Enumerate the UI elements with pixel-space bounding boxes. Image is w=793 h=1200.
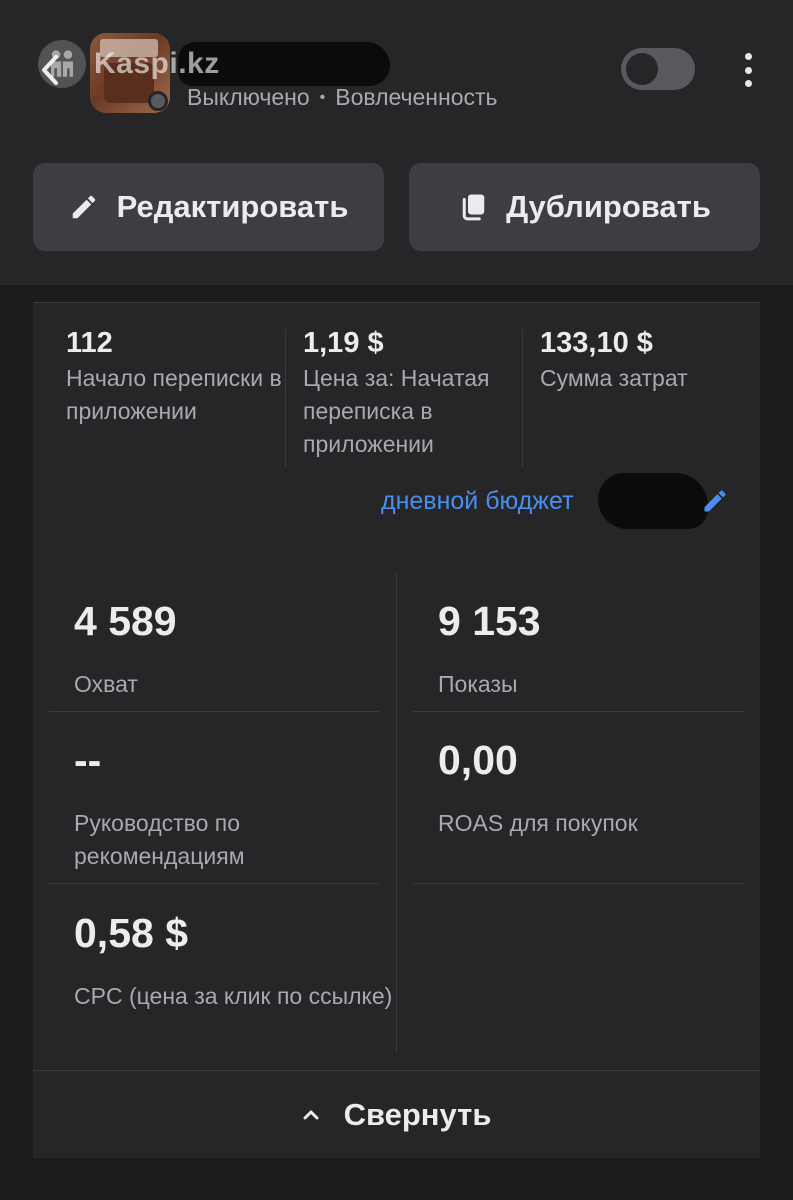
toggle-knob <box>626 53 658 85</box>
metric-value: 112 <box>66 327 113 359</box>
metric-label: CPC (цена за клик по ссылке) <box>74 983 393 1009</box>
edit-button[interactable]: Редактировать <box>33 163 384 251</box>
duplicate-button[interactable]: Дублировать <box>409 163 760 251</box>
metric-divider <box>285 329 286 467</box>
metric-label: Показы <box>438 671 518 697</box>
grid-divider-horizontal <box>413 711 744 712</box>
chevron-up-icon <box>303 1110 319 1120</box>
kaspi-watermark: Kaspi.kz <box>38 40 220 88</box>
kaspi-logo-icon <box>38 40 86 88</box>
metric-divider <box>522 329 523 467</box>
metric-label: ROAS для покупок <box>438 810 638 836</box>
top-metrics-row: 112 Начало переписки в приложении 1,19 $… <box>33 327 760 472</box>
ad-status-toggle[interactable] <box>621 48 695 90</box>
more-dot <box>744 80 752 87</box>
metric-cost-per-conversation: 1,19 $ Цена за: Начатая переписка в прил… <box>303 327 521 467</box>
metric-value: 0,58 $ <box>74 910 188 956</box>
metric-reach: 4 589 Охват <box>74 601 404 701</box>
more-dot <box>744 66 752 74</box>
grid-divider-horizontal <box>413 883 744 884</box>
more-dot <box>744 53 752 60</box>
ad-subtitle: Выключено • Вовлеченность <box>187 84 498 111</box>
metric-label: Сумма затрат <box>540 365 688 392</box>
grid-divider-horizontal <box>49 711 379 712</box>
metric-roas: 0,00 ROAS для покупок <box>438 740 768 840</box>
metric-value: 4 589 <box>74 598 177 644</box>
more-options-icon[interactable] <box>732 50 764 90</box>
metric-value: 0,00 <box>438 737 518 783</box>
objective-text: Вовлеченность <box>335 84 498 110</box>
metric-conversations-started: 112 Начало переписки в приложении <box>66 327 284 467</box>
metric-value: 133,10 $ <box>540 327 653 359</box>
grid-divider-horizontal <box>49 883 379 884</box>
daily-budget-link[interactable]: дневной бюджет <box>381 487 574 516</box>
metric-value: 9 153 <box>438 598 541 644</box>
metric-cpc: 0,58 $ CPC (цена за клик по ссылке) <box>74 913 404 1013</box>
metric-value: -- <box>74 737 102 783</box>
duplicate-button-label: Дублировать <box>506 189 711 224</box>
metric-label: Охват <box>74 671 138 697</box>
metrics-card: 112 Начало переписки в приложении 1,19 $… <box>33 302 760 1158</box>
copy-icon <box>462 194 485 221</box>
budget-edit-button[interactable] <box>701 487 731 517</box>
metric-value: 1,19 $ <box>303 327 384 359</box>
status-indicator <box>148 91 168 111</box>
separator-dot: • <box>319 88 326 106</box>
status-text: Выключено <box>187 84 310 110</box>
metric-label: Начало переписки в приложении <box>66 365 282 425</box>
watermark-text: Kaspi.kz <box>94 47 220 80</box>
ad-header: Kaspi.kz Выключено • Вовлеченность Редак… <box>0 0 793 285</box>
redacted-budget-value <box>598 473 708 529</box>
metric-amount-spent: 133,10 $ Сумма затрат <box>540 327 750 467</box>
edit-button-label: Редактировать <box>116 189 349 224</box>
collapse-button[interactable]: Свернуть <box>33 1071 760 1159</box>
pencil-icon <box>72 195 95 219</box>
metric-recommendations: -- Руководство по рекомендациям <box>74 740 404 873</box>
metric-impressions: 9 153 Показы <box>438 601 768 701</box>
collapse-label: Свернуть <box>343 1097 492 1132</box>
metric-label: Руководство по рекомендациям <box>74 810 245 869</box>
pencil-icon <box>704 490 726 512</box>
metric-label: Цена за: Начатая переписка в приложении <box>303 365 490 458</box>
